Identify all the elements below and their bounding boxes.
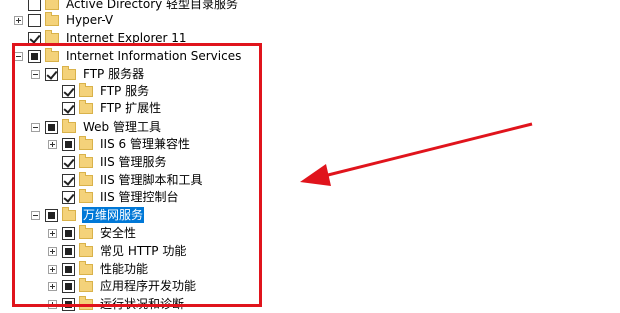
folder-icon: [45, 11, 59, 26]
highlight-box: [12, 43, 262, 307]
folder-icon: [45, 0, 59, 10]
folder-icon: [45, 29, 59, 44]
tree-item-label: Hyper-V: [66, 13, 114, 27]
tree-item-hyper-v[interactable]: Hyper-V: [14, 11, 114, 29]
checkbox-unchecked[interactable]: [28, 0, 41, 11]
checkbox-unchecked[interactable]: [28, 13, 41, 27]
expand-plus-icon[interactable]: [14, 15, 23, 25]
